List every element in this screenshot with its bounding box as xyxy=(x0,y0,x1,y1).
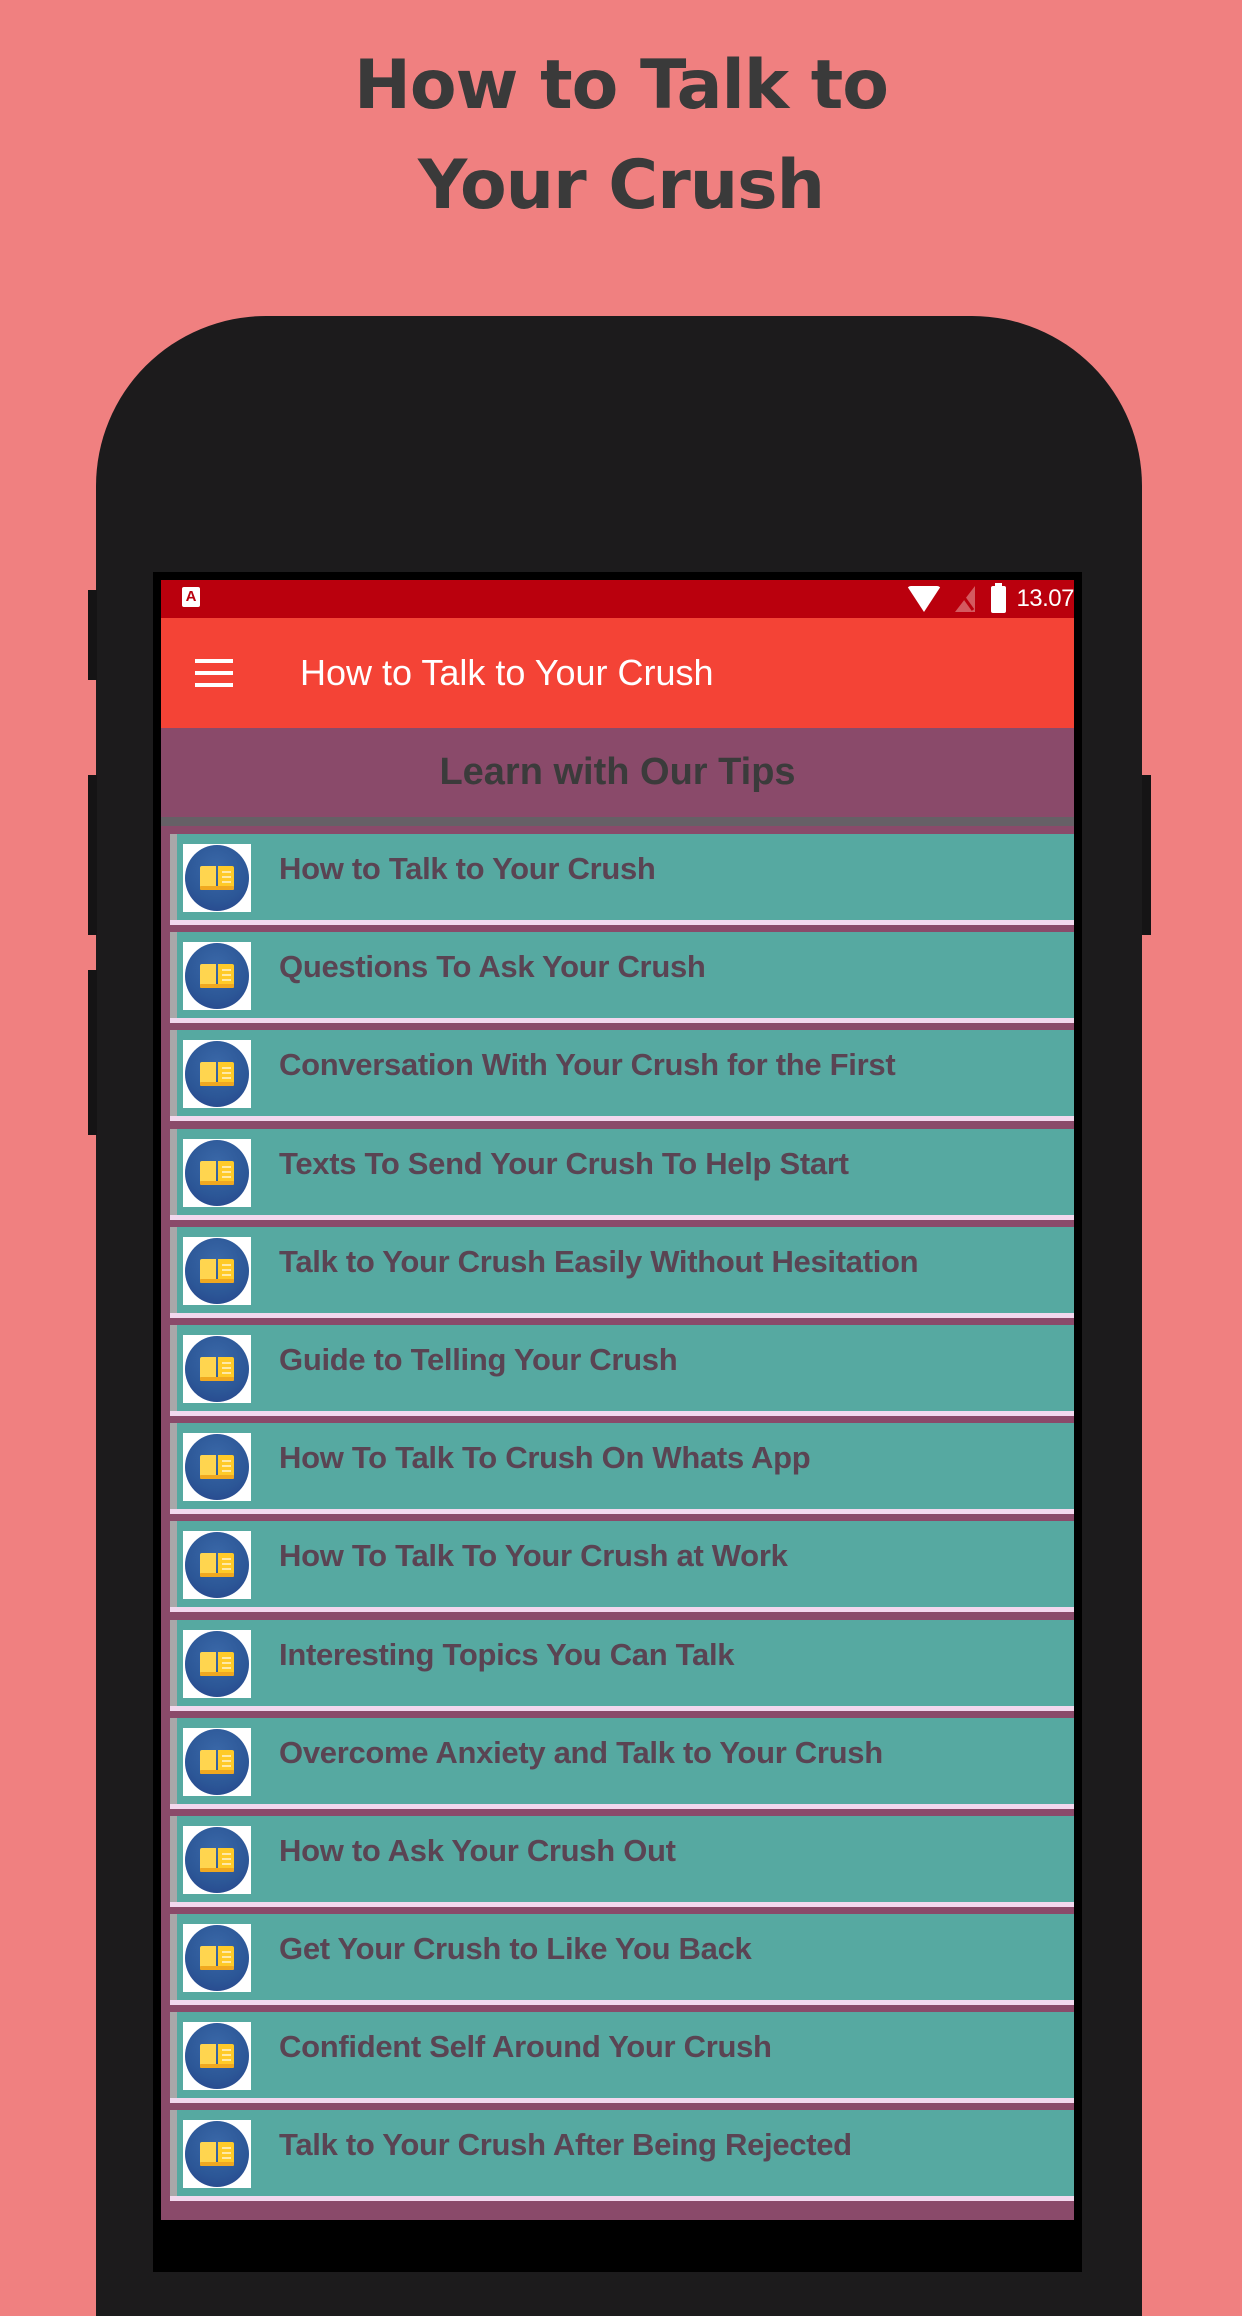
list-item-label: Questions To Ask Your Crush xyxy=(279,949,706,985)
book-icon xyxy=(183,1727,251,1796)
list-item-label: Guide to Telling Your Crush xyxy=(279,1341,678,1377)
app-title: How to Talk to Your Crush xyxy=(300,652,714,693)
list-item-separator xyxy=(170,920,1074,925)
list-item-label: Confident Self Around Your Crush xyxy=(279,2029,772,2065)
list-item-label: Texts To Send Your Crush To Help Start xyxy=(279,1145,849,1181)
list-item-label: How To Talk To Crush On Whats App xyxy=(279,1440,811,1476)
list-item-7[interactable]: How To Talk To Crush On Whats App xyxy=(161,1423,1074,1521)
list-item-separator xyxy=(170,1214,1074,1220)
hamburger-menu-icon[interactable] xyxy=(195,659,233,687)
list-item-separator xyxy=(170,1410,1074,1416)
list-item-separator xyxy=(170,1312,1074,1318)
list-item-separator xyxy=(170,2098,1074,2104)
list-item-separator xyxy=(170,1607,1074,1613)
wifi-icon xyxy=(907,586,942,612)
book-icon xyxy=(183,1629,251,1698)
phone-side-button-left-3 xyxy=(88,970,97,1135)
list-item-separator xyxy=(170,1803,1074,1809)
promo-title-line-1: How to Talk to xyxy=(354,46,889,125)
section-header: Learn with Our Tips xyxy=(161,728,1074,817)
book-icon xyxy=(183,2022,251,2091)
header-divider xyxy=(161,817,1074,826)
book-icon xyxy=(183,844,251,912)
list-item-6[interactable]: Guide to Telling Your Crush xyxy=(161,1324,1074,1423)
list-item-label: How to Ask Your Crush Out xyxy=(279,1832,676,1868)
list-item-label: Talk to Your Crush Easily Without Hesita… xyxy=(279,1243,919,1279)
list-item-13[interactable]: Confident Self Around Your Crush xyxy=(161,2012,1074,2110)
book-icon xyxy=(183,1924,251,1993)
list-item-3[interactable]: Conversation With Your Crush for the Fir… xyxy=(161,1030,1074,1128)
phone-side-button-left-2 xyxy=(88,775,97,935)
tips-list: How to Talk to Your Crush Questions To A… xyxy=(161,834,1074,2209)
promo-title-line-2: Your Crush xyxy=(417,146,825,225)
list-item-9[interactable]: Interesting Topics You Can Talk xyxy=(161,1619,1074,1718)
book-icon xyxy=(183,1040,251,1109)
promo-title: How to Talk to Your Crush xyxy=(0,36,1242,236)
list-item-separator xyxy=(170,2196,1074,2202)
list-item-label: Talk to Your Crush After Being Rejected xyxy=(279,2127,852,2163)
app-bar: How to Talk to Your Crush xyxy=(161,618,1074,728)
notification-a-icon: A xyxy=(182,587,200,607)
list-item-label: Get Your Crush to Like You Back xyxy=(279,1931,752,1967)
list-item-10[interactable]: Overcome Anxiety and Talk to Your Crush xyxy=(161,1717,1074,1816)
book-icon xyxy=(183,1236,251,1305)
status-time: 13.07 xyxy=(1016,585,1074,612)
no-signal-icon xyxy=(955,586,976,612)
list-item-label: How To Talk To Your Crush at Work xyxy=(279,1538,788,1574)
list-item-label: Conversation With Your Crush for the Fir… xyxy=(279,1047,896,1083)
list-item-separator xyxy=(170,1705,1074,1711)
book-icon xyxy=(183,2120,251,2189)
phone-side-button-left-1 xyxy=(88,590,97,680)
list-item-11[interactable]: How to Ask Your Crush Out xyxy=(161,1815,1074,1914)
book-icon xyxy=(183,1334,251,1403)
list-item-1[interactable]: How to Talk to Your Crush xyxy=(161,834,1074,932)
list-item-label: Interesting Topics You Can Talk xyxy=(279,1636,735,1672)
list-item-5[interactable]: Talk to Your Crush Easily Without Hesita… xyxy=(161,1226,1074,1325)
list-item-4[interactable]: Texts To Send Your Crush To Help Start xyxy=(161,1128,1074,1227)
book-icon xyxy=(183,1531,251,1600)
list-item-label: How to Talk to Your Crush xyxy=(279,851,656,886)
list-item-separator xyxy=(170,1116,1074,1122)
list-item-separator xyxy=(170,1018,1074,1024)
book-icon xyxy=(183,1825,251,1894)
status-bar: A 13.07 xyxy=(161,580,1074,618)
list-item-separator xyxy=(170,2000,1074,2006)
list-item-label: Overcome Anxiety and Talk to Your Crush xyxy=(279,1734,883,1770)
list-item-14[interactable]: Talk to Your Crush After Being Rejected xyxy=(161,2110,1074,2208)
status-icons: 13.07 xyxy=(907,580,1074,618)
list-item-separator xyxy=(170,1509,1074,1515)
book-icon xyxy=(183,942,251,1011)
book-icon xyxy=(183,1433,251,1502)
battery-icon xyxy=(991,582,1007,613)
phone-screen: A 13.07 How to Talk to Your Crush Learn … xyxy=(161,580,1074,2220)
phone-side-button-right xyxy=(1142,775,1151,935)
list-item-2[interactable]: Questions To Ask Your Crush xyxy=(161,932,1074,1030)
book-icon xyxy=(183,1138,251,1207)
list-item-separator xyxy=(170,1901,1074,1907)
list-item-12[interactable]: Get Your Crush to Like You Back xyxy=(161,1914,1074,2012)
list-item-8[interactable]: How To Talk To Your Crush at Work xyxy=(161,1521,1074,1619)
